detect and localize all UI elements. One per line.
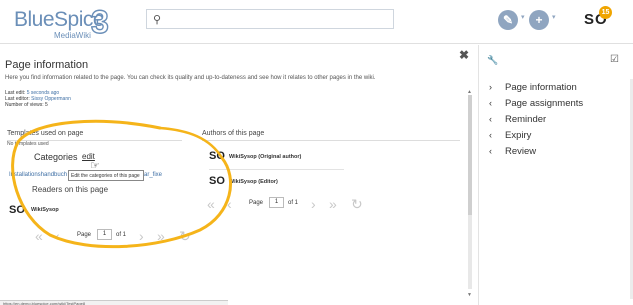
logo-version: 3 [90, 3, 109, 40]
search-icon: ⚲ [153, 14, 162, 26]
author-name: WikiSysop (Original author) [229, 154, 302, 160]
checkbox-icon[interactable]: ☑ [610, 54, 619, 65]
panel-item-page-assignments[interactable]: ‹ Page assignments [489, 98, 583, 109]
last-page-button[interactable]: » [329, 196, 337, 212]
tools-panel: 🔧 ☑ › Page information ‹ Page assignments … [478, 45, 633, 305]
author-name: WikiSysop (Editor) [229, 179, 278, 185]
panel-item-expiry[interactable]: ‹ Expiry [489, 130, 531, 141]
add-menu-caret[interactable]: ▾ [552, 13, 556, 21]
panel-item-label: Page assignments [505, 98, 584, 109]
close-icon[interactable]: ✖ [459, 48, 469, 62]
next-page-button[interactable]: › [311, 196, 316, 212]
views-label: Number of views: [5, 102, 44, 108]
plus-icon[interactable]: + [529, 10, 549, 30]
top-bar: BlueSpice 3 MediaWiki ⚲ ✎ ▾ + ▾ SO 15 [0, 0, 633, 44]
chevron-left-icon: ‹ [489, 98, 492, 108]
search-input[interactable]: ⚲ [146, 9, 394, 29]
edit-menu-caret[interactable]: ▾ [521, 13, 525, 21]
chevron-left-icon: ‹ [489, 114, 492, 124]
page-total: of 1 [288, 200, 299, 206]
refresh-icon[interactable]: ↻ [351, 196, 363, 213]
pencil-icon[interactable]: ✎ [498, 10, 518, 30]
scroll-down-icon[interactable]: ▼ [467, 292, 472, 298]
panel-item-label: Page information [505, 82, 577, 93]
highlight-ellipse [11, 119, 232, 249]
panel-item-reminder[interactable]: ‹ Reminder [489, 114, 546, 125]
panel-item-label: Review [505, 146, 537, 157]
chevron-left-icon: ‹ [489, 130, 492, 140]
notification-badge[interactable]: 15 [599, 6, 612, 19]
dialog-title: Page information [5, 59, 89, 71]
panel-item-label: Expiry [505, 130, 532, 141]
chevron-left-icon: ‹ [489, 146, 492, 156]
page-number-input[interactable]: 1 [269, 197, 284, 208]
authors-heading: Authors of this page [202, 130, 460, 141]
panel-item-review[interactable]: ‹ Review [489, 146, 536, 157]
dialog-scrollbar[interactable] [468, 95, 472, 289]
panel-item-label: Reminder [505, 114, 547, 125]
scrollbar-thumb[interactable] [468, 95, 472, 215]
chevron-right-icon: › [489, 82, 492, 92]
dialog-description: Here you find information related to the… [5, 75, 376, 81]
browser-status-url: https://en.demo.bluespice.com/wiki/TestP… [0, 300, 228, 305]
panel-item-page-information[interactable]: › Page information [489, 82, 577, 93]
wrench-icon[interactable]: 🔧 [487, 55, 498, 66]
bluespice-logo[interactable]: BlueSpice 3 MediaWiki [14, 3, 119, 40]
views-value: 5 [45, 102, 48, 108]
views-row: Number of views: 5 [5, 102, 48, 108]
page-label: Page [249, 200, 264, 206]
logo-subtitle: MediaWiki [54, 31, 91, 40]
